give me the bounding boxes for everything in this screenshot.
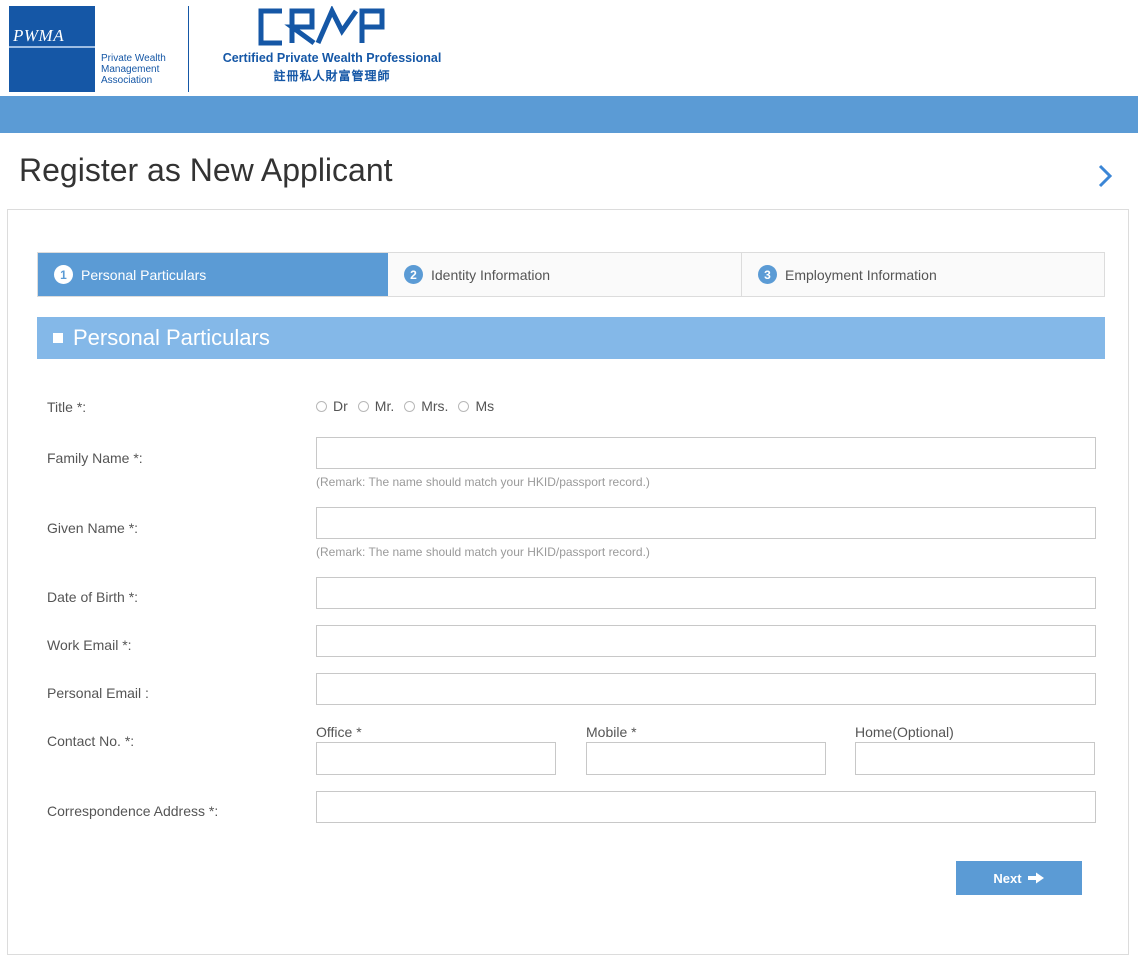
step-label: Personal Particulars [81, 266, 207, 283]
work-email-label: Work Email *: [47, 637, 132, 653]
section-header: Personal Particulars [37, 317, 1105, 359]
next-button-label: Next [993, 870, 1022, 886]
personal-email-input[interactable] [316, 673, 1096, 705]
cpwp-logo-mark [258, 6, 385, 46]
address-label: Correspondence Address *: [47, 803, 219, 819]
radio-circle-icon[interactable] [458, 400, 470, 412]
pwma-logo-block: PWMA [9, 6, 95, 92]
page-title: Register as New Applicant [19, 152, 393, 188]
pwma-name: Private Wealth Management Association [101, 53, 181, 86]
tab-employment-information[interactable]: 3 Employment Information [742, 253, 1104, 296]
given-name-remark: (Remark: The name should match your HKID… [316, 545, 650, 559]
header-band [0, 96, 1138, 133]
tab-identity-information[interactable]: 2 Identity Information [388, 253, 742, 296]
radio-label: Dr [333, 398, 348, 414]
pwma-name-line-3: Association [101, 75, 153, 86]
step-label: Employment Information [785, 266, 937, 283]
title-option-mr[interactable]: Mr. [357, 398, 395, 414]
chevron-right-icon[interactable] [1092, 161, 1118, 191]
radio-circle-icon[interactable] [404, 400, 416, 412]
step-number-2: 2 [404, 265, 423, 284]
mobile-phone-input[interactable] [586, 742, 826, 775]
given-name-input[interactable] [316, 507, 1096, 539]
office-phone-input[interactable] [316, 742, 556, 775]
radio-label: Mrs. [421, 398, 449, 414]
radio-label: Ms [475, 398, 495, 414]
title-option-ms[interactable]: Ms [458, 398, 494, 414]
cpwp-title: Certified Private Wealth Professional [222, 51, 442, 65]
section-title: Personal Particulars [73, 325, 270, 350]
contact-label: Contact No. *: [47, 733, 135, 749]
step-label: Identity Information [431, 266, 551, 283]
title-option-dr[interactable]: Dr [316, 398, 348, 414]
radio-circle-icon[interactable] [316, 400, 327, 412]
home-label: Home(Optional) [855, 724, 954, 740]
square-bullet-icon [53, 333, 63, 343]
family-name-input[interactable] [316, 437, 1096, 469]
next-button[interactable]: Next [956, 861, 1082, 895]
family-name-label: Family Name *: [47, 450, 143, 466]
cpwp-chinese-title: 註冊私人財富管理師 [273, 69, 391, 83]
mobile-label: Mobile * [586, 724, 637, 740]
personal-email-label: Personal Email : [47, 685, 149, 701]
header-divider [188, 6, 189, 92]
work-email-input[interactable] [316, 625, 1096, 657]
tab-personal-particulars[interactable]: 1 Personal Particulars [38, 253, 388, 296]
family-name-remark: (Remark: The name should match your HKID… [316, 475, 650, 489]
radio-label: Mr. [374, 398, 395, 414]
dob-input[interactable] [316, 577, 1096, 609]
pwma-name-line-2: Management [101, 64, 160, 75]
pwma-logo-stripe [9, 46, 95, 48]
arrow-right-icon [1027, 872, 1044, 884]
home-phone-input[interactable] [855, 742, 1095, 775]
step-number-3: 3 [758, 265, 777, 284]
title-label: Title *: [47, 399, 87, 415]
title-radio-group: Dr Mr. Mrs. Ms [316, 398, 504, 414]
title-option-mrs[interactable]: Mrs. [404, 398, 448, 414]
given-name-label: Given Name *: [47, 520, 139, 536]
step-number-1: 1 [54, 265, 73, 284]
pwma-name-line-1: Private Wealth [101, 53, 166, 64]
pwma-abbr: PWMA [13, 26, 65, 45]
office-label: Office * [316, 724, 362, 740]
step-tabs: 1 Personal Particulars 2 Identity Inform… [37, 252, 1105, 297]
radio-circle-icon[interactable] [357, 400, 369, 412]
pwma-logo: PWMA Private Wealth Management Associati… [9, 6, 178, 92]
dob-label: Date of Birth *: [47, 589, 139, 605]
correspondence-address-input[interactable] [316, 791, 1096, 823]
